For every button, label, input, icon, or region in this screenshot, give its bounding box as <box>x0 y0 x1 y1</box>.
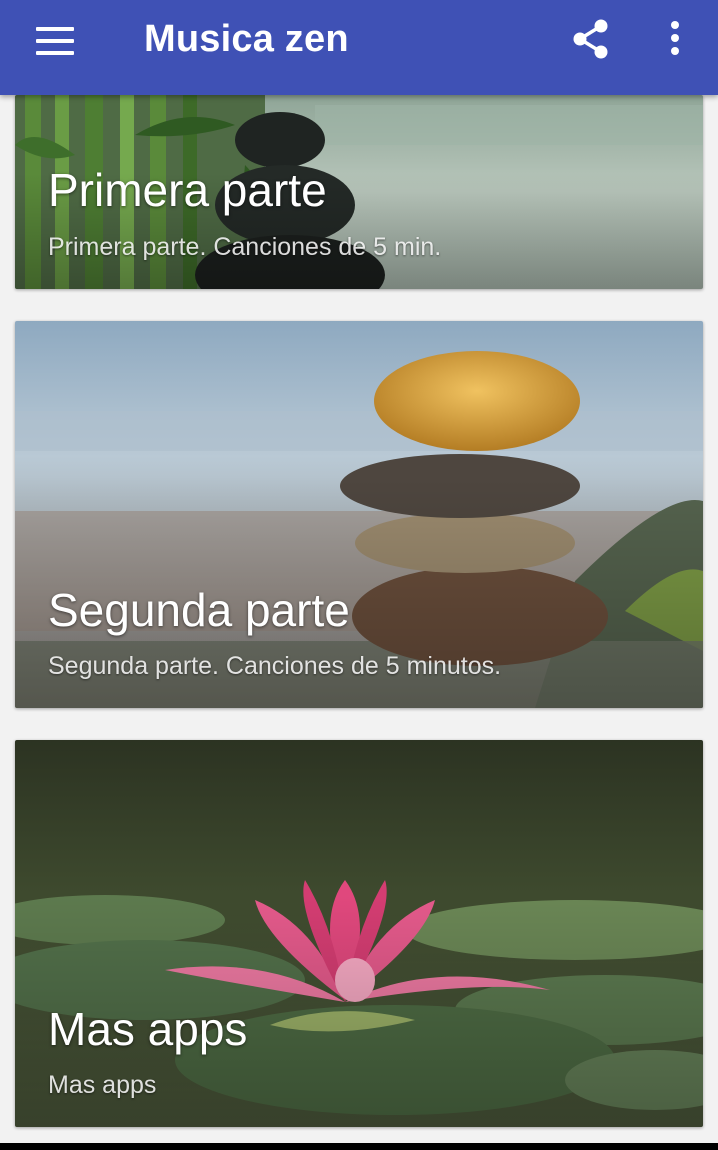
card-primera-parte[interactable]: Primera parte Primera parte. Canciones d… <box>15 95 703 289</box>
card-segunda-parte[interactable]: Segunda parte Segunda parte. Canciones d… <box>15 321 703 708</box>
card-subtitle: Primera parte. Canciones de 5 min. <box>48 233 442 261</box>
card-title: Segunda parte <box>48 584 350 636</box>
system-nav-bar <box>0 1143 718 1150</box>
app-bar: Musica zen <box>0 0 718 95</box>
card-subtitle: Mas apps <box>48 1071 157 1099</box>
app-title: Musica zen <box>144 18 349 60</box>
share-icon[interactable] <box>566 16 616 66</box>
card-subtitle: Segunda parte. Canciones de 5 minutos. <box>48 652 502 680</box>
more-vert-icon[interactable] <box>660 16 690 66</box>
card-mas-apps[interactable]: Mas apps Mas apps <box>15 740 703 1127</box>
card-title: Primera parte <box>48 164 327 216</box>
hamburger-menu-icon[interactable] <box>30 22 80 60</box>
card-title: Mas apps <box>48 1003 248 1055</box>
